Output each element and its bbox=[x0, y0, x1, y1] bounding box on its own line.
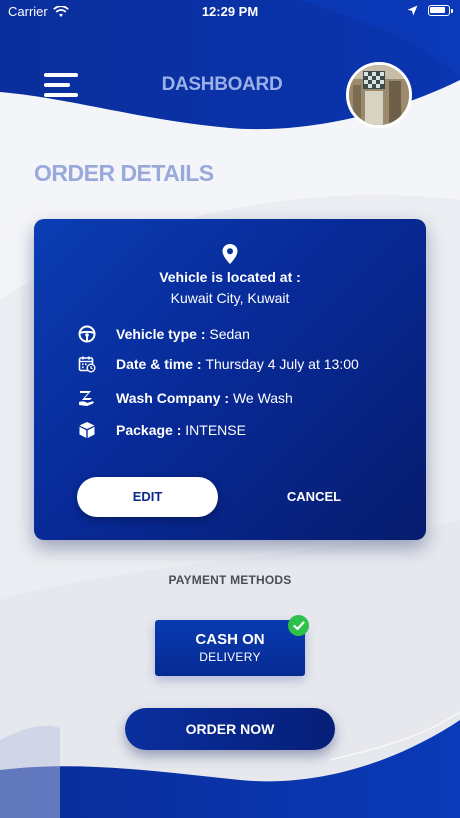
package-box-icon bbox=[78, 421, 96, 439]
cancel-button[interactable]: CANCEL bbox=[264, 477, 364, 517]
hamburger-line bbox=[44, 93, 78, 97]
date-time-row: Date & time : Thursday 4 July at 13:00 bbox=[78, 355, 359, 373]
status-bar: Carrier 12:29 PM bbox=[0, 0, 460, 24]
wash-company-label: Wash Company : bbox=[116, 390, 233, 406]
package-value: INTENSE bbox=[185, 422, 246, 438]
menu-button[interactable] bbox=[44, 73, 78, 97]
edit-button[interactable]: EDIT bbox=[77, 477, 218, 517]
cash-on-delivery-button[interactable]: CASH ON DELIVERY bbox=[155, 620, 305, 676]
steering-wheel-icon bbox=[78, 325, 96, 343]
date-time-value: Thursday 4 July at 13:00 bbox=[205, 356, 359, 372]
hamburger-line bbox=[44, 83, 70, 87]
wash-company-row: Wash Company : We Wash bbox=[78, 389, 293, 407]
order-now-button[interactable]: ORDER NOW bbox=[125, 708, 335, 750]
status-right bbox=[407, 5, 453, 16]
cash-on-label: CASH ON bbox=[195, 631, 265, 648]
date-time-label: Date & time : bbox=[116, 356, 206, 372]
location-value: Kuwait City, Kuwait bbox=[170, 290, 290, 306]
map-pin-icon bbox=[222, 244, 238, 264]
location-label: Vehicle is located at : bbox=[159, 269, 301, 285]
battery-icon bbox=[428, 5, 453, 16]
vehicle-type-row: Vehicle type : Sedan bbox=[78, 325, 250, 343]
page-title: DASHBOARD bbox=[161, 74, 283, 95]
payment-methods-title: PAYMENT METHODS bbox=[168, 573, 292, 587]
package-row: Package : INTENSE bbox=[78, 421, 246, 439]
status-time: 12:29 PM bbox=[201, 4, 259, 19]
delivery-label: DELIVERY bbox=[199, 650, 261, 664]
wash-company-value: We Wash bbox=[232, 390, 293, 406]
calendar-clock-icon bbox=[78, 355, 96, 373]
avatar[interactable] bbox=[346, 62, 412, 128]
wash-company-icon bbox=[78, 389, 96, 407]
check-circle-icon bbox=[288, 615, 309, 636]
package-label: Package : bbox=[116, 422, 186, 438]
vehicle-type-value: Sedan bbox=[209, 326, 250, 342]
hamburger-menu-icon bbox=[44, 73, 78, 77]
avatar-photo bbox=[349, 65, 409, 125]
location-arrow-icon bbox=[407, 5, 418, 16]
vehicle-type-label: Vehicle type : bbox=[116, 326, 210, 342]
order-details-card: Vehicle is located at : Kuwait City, Kuw… bbox=[34, 219, 426, 540]
section-title: ORDER DETAILS bbox=[34, 160, 214, 186]
